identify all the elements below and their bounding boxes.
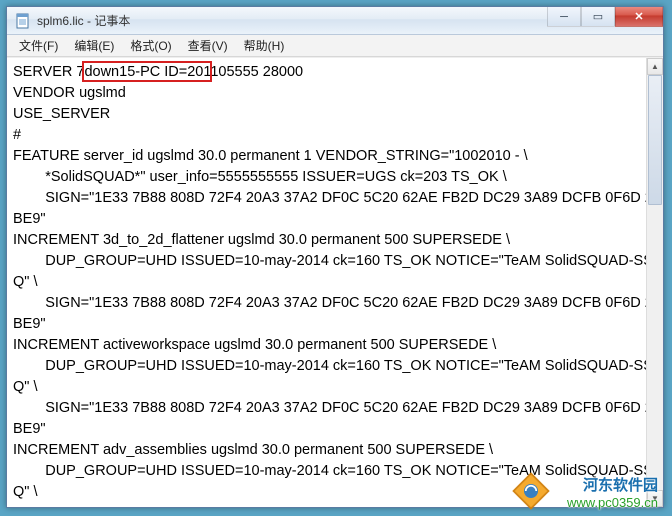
menu-edit[interactable]: 编辑(E) <box>66 35 122 56</box>
minimize-button[interactable]: ─ <box>547 7 581 27</box>
menu-file[interactable]: 文件(F) <box>11 35 66 56</box>
titlebar[interactable]: splm6.lic - 记事本 ─ ▭ ✕ <box>7 7 663 35</box>
vertical-scrollbar[interactable]: ▲ ▼ <box>646 58 663 507</box>
scroll-up-button[interactable]: ▲ <box>647 58 663 75</box>
menu-format[interactable]: 格式(O) <box>122 35 179 56</box>
content-area: SERVER 7down15-PC ID=201105555 28000 VEN… <box>7 57 663 507</box>
maximize-button[interactable]: ▭ <box>581 7 615 27</box>
scroll-down-button[interactable]: ▼ <box>647 490 663 507</box>
menu-help[interactable]: 帮助(H) <box>236 35 293 56</box>
window-controls: ─ ▭ ✕ <box>547 7 663 27</box>
text-content[interactable]: SERVER 7down15-PC ID=201105555 28000 VEN… <box>7 58 663 507</box>
scroll-thumb[interactable] <box>648 75 662 205</box>
notepad-icon <box>15 13 31 29</box>
menu-view[interactable]: 查看(V) <box>180 35 236 56</box>
notepad-window: splm6.lic - 记事本 ─ ▭ ✕ 文件(F) 编辑(E) 格式(O) … <box>6 6 664 508</box>
menubar: 文件(F) 编辑(E) 格式(O) 查看(V) 帮助(H) <box>7 35 663 57</box>
close-button[interactable]: ✕ <box>615 7 663 27</box>
